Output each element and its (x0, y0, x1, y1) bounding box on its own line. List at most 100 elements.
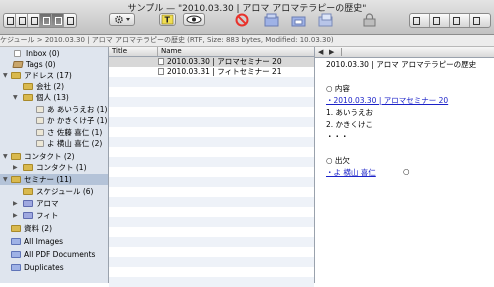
sidebar-item-contact-group[interactable]: ▼ コンタクト (2) (0, 151, 108, 162)
document-list: Title Name 2010.03.30 | アロマセミナー 20 2010.… (109, 47, 315, 287)
folder-icon (23, 188, 33, 195)
highlight-icon: T (161, 14, 174, 25)
folder-icon (23, 164, 33, 171)
view-mode-1-icon[interactable] (4, 14, 16, 27)
sidebar: Inbox (0) Tags (0) ▼ アドレス (17) 会社 (2) ▼ … (0, 47, 109, 283)
folder-icon (23, 200, 33, 207)
eye-icon (186, 15, 202, 24)
disclosure-open-icon[interactable]: ▼ (3, 70, 8, 81)
highlight-button[interactable]: T (159, 13, 176, 26)
list-item-1: 1. あいうえお (326, 108, 374, 117)
list-row-background (109, 77, 314, 87)
sidebar-item-inbox[interactable]: Inbox (0) (0, 48, 108, 59)
navigation-segmented-control[interactable] (409, 13, 491, 28)
smart-group-icon (11, 251, 21, 258)
disclosure-closed-icon[interactable]: ▶ (13, 162, 18, 173)
sidebar-item-company[interactable]: 会社 (2) (0, 81, 108, 92)
view-mode-2-icon[interactable] (16, 14, 28, 27)
sidebar-item-address[interactable]: ▼ アドレス (17) (0, 70, 108, 81)
rtf-document-icon (158, 68, 164, 75)
duplicate-icon[interactable] (318, 13, 333, 27)
group-icon[interactable] (264, 13, 279, 27)
contact-icon (36, 129, 44, 136)
view-mode-segmented-control[interactable] (3, 13, 77, 28)
last-page-icon[interactable] (470, 14, 490, 27)
editor-navigation-bar: ◀ ▶ (315, 47, 494, 58)
title-bar: サンプル — "2010.03.30 | アロマ アロマテラピーの歴史" T (0, 0, 494, 35)
list-row-background (109, 177, 314, 187)
smart-group-icon (11, 264, 21, 271)
disclosure-open-icon[interactable]: ▼ (3, 174, 8, 185)
sidebar-item-personal[interactable]: ▼ 個人 (13) (0, 92, 108, 103)
path-bar: ケジュール > 2010.03.30 | アロマ アロマテラピーの歴史 (RTF… (0, 35, 494, 47)
contact-icon (36, 140, 44, 147)
sidebar-item-contact-sa[interactable]: さ 佐藤 喜仁 (1) (0, 127, 108, 138)
sidebar-item-aroma[interactable]: ▶ アロマ (0, 198, 108, 209)
list-row-background (109, 217, 314, 227)
list-row-background (109, 257, 314, 267)
forward-icon[interactable] (450, 14, 470, 27)
seminar-link[interactable]: ・2010.03.30 | アロマセミナー 20 (326, 95, 448, 106)
document-heading: 2010.03.30 | アロマ アロマテラピーの歴史 (326, 60, 477, 69)
list-row-selected[interactable]: 2010.03.30 | アロマセミナー 20 (109, 57, 314, 67)
inbox-icon (14, 50, 21, 57)
sidebar-item-schedule[interactable]: スケジュール (6) (0, 186, 108, 197)
list-row-background (109, 137, 314, 147)
folder-icon (11, 153, 21, 160)
folder-icon (23, 94, 33, 101)
view-mode-6-icon[interactable] (64, 14, 76, 27)
disclosure-closed-icon[interactable]: ▶ (13, 210, 18, 221)
sidebar-item-all-pdf[interactable]: All PDF Documents (0, 249, 108, 260)
tag-icon (12, 61, 24, 68)
sidebar-item-seminar[interactable]: ▼ セミナー (11) (0, 174, 108, 185)
list-row-background (109, 197, 314, 207)
action-menu-button[interactable] (109, 13, 135, 26)
list-item-2: 2. かきくけこ (326, 120, 374, 129)
list-row-background (109, 97, 314, 107)
smart-group-icon (11, 238, 21, 245)
list-row[interactable]: 2010.03.31 | フィトセミナー 21 (109, 67, 314, 77)
column-header-title[interactable]: Title (112, 47, 127, 56)
disclosure-closed-icon[interactable]: ▶ (13, 198, 18, 209)
list-row-background (109, 117, 314, 127)
sidebar-item-all-images[interactable]: All Images (0, 236, 108, 247)
lock-icon[interactable] (362, 13, 377, 27)
sidebar-item-duplicates[interactable]: Duplicates (0, 262, 108, 273)
sidebar-item-contact-sub[interactable]: ▶ コンタクト (1) (0, 162, 108, 173)
sidebar-item-phyto[interactable]: ▶ フィト (0, 210, 108, 221)
contact-icon (36, 106, 44, 113)
preview-button[interactable] (183, 13, 205, 26)
section-contents-label: ○ 内容 (326, 84, 350, 93)
path-text: ケジュール > 2010.03.30 | アロマ アロマテラピーの歴史 (RTF… (0, 36, 334, 44)
section-attendance-label: ○ 出欠 (326, 156, 350, 165)
contact-link[interactable]: ・よ 横山 喜仁 (326, 167, 376, 178)
folder-icon (11, 72, 21, 79)
svg-text:T: T (165, 16, 171, 25)
sidebar-item-contact-a[interactable]: あ あいうえお (1) (0, 104, 108, 115)
back-icon[interactable] (430, 14, 450, 27)
attendance-mark: ○ (403, 167, 410, 176)
list-row-background (109, 237, 314, 247)
sidebar-item-tags[interactable]: Tags (0) (0, 59, 108, 70)
document-editor[interactable]: 2010.03.30 | アロマ アロマテラピーの歴史 ○ 内容 ・2010.0… (315, 58, 494, 283)
delete-icon[interactable] (235, 13, 249, 27)
first-page-icon[interactable] (410, 14, 430, 27)
previous-document-icon[interactable]: ◀ (318, 47, 323, 57)
view-mode-4-icon[interactable] (40, 14, 52, 27)
folder-icon (23, 83, 33, 90)
disclosure-open-icon[interactable]: ▼ (3, 151, 8, 162)
column-header-name[interactable]: Name (157, 47, 182, 56)
contact-icon (36, 117, 44, 124)
sidebar-item-materials[interactable]: 資料 (2) (0, 223, 108, 234)
view-mode-3-icon[interactable] (28, 14, 40, 27)
disclosure-open-icon[interactable]: ▼ (13, 92, 18, 103)
sidebar-item-contact-ka[interactable]: か かきくけ子 (1) (0, 115, 108, 126)
ellipsis-text: ・・・ (326, 132, 349, 141)
rtf-document-icon (158, 58, 164, 65)
ungroup-icon[interactable] (291, 13, 306, 27)
next-document-icon[interactable]: ▶ (329, 47, 334, 57)
list-header: Title Name (109, 47, 314, 57)
view-mode-5-icon[interactable] (52, 14, 64, 27)
sidebar-item-contact-yo[interactable]: よ 横山 喜仁 (2) (0, 138, 108, 149)
list-row-background (109, 277, 314, 287)
